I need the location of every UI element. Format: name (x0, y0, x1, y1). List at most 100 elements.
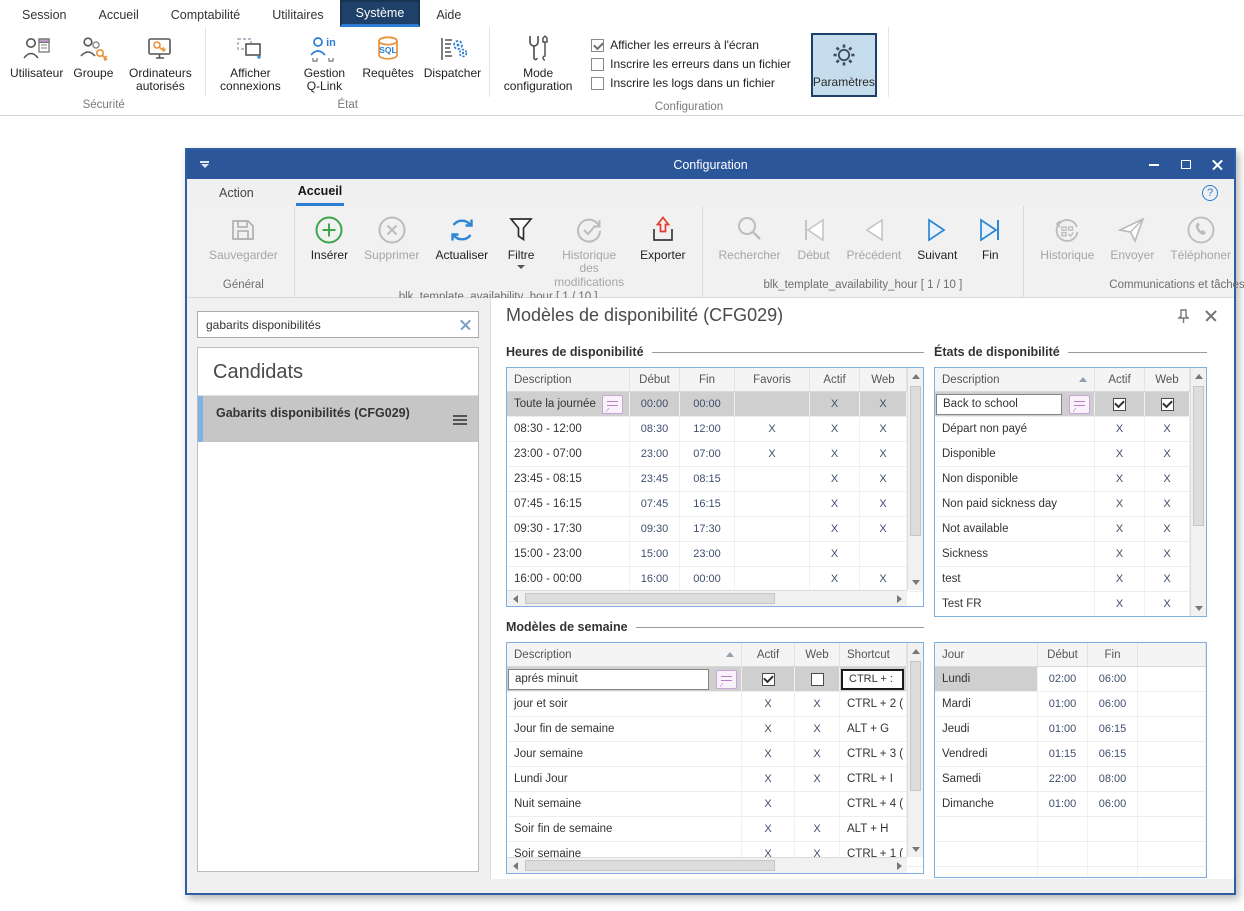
cell[interactable]: 08:30 - 12:00 (507, 417, 630, 441)
cell[interactable]: 06:00 (1088, 667, 1138, 691)
cell[interactable]: 07:00 (680, 442, 735, 466)
cell[interactable]: Non disponible (935, 467, 1095, 491)
table-row[interactable]: 15:00 - 23:0015:0023:00X (507, 542, 923, 567)
scroll-thumb[interactable] (525, 860, 775, 871)
cell[interactable] (1095, 392, 1145, 416)
cell[interactable]: 23:00 - 07:00 (507, 442, 630, 466)
note-icon[interactable] (602, 395, 623, 414)
table-row[interactable]: 16:00 - 00:0016:0000:00XX (507, 567, 923, 592)
cell[interactable]: 08:00 (1088, 767, 1138, 791)
cell[interactable]: X (810, 392, 860, 416)
dialog-tab-accueil[interactable]: Accueil (296, 179, 344, 206)
table-row[interactable]: Dimanche01:0006:00 (935, 792, 1206, 817)
fin-button[interactable]: Fin (965, 211, 1015, 262)
cell[interactable]: X (1095, 417, 1145, 441)
cell[interactable]: 23:00 (630, 442, 680, 466)
cell[interactable]: CTRL + : (840, 667, 907, 691)
cell[interactable] (735, 542, 810, 566)
scroll-up-button[interactable] (1191, 368, 1207, 384)
cell[interactable]: X (1095, 517, 1145, 541)
tab-accueil[interactable]: Accueil (82, 0, 154, 27)
sidebar-search-input[interactable]: gabarits disponibilités (197, 311, 479, 338)
cell[interactable]: X (810, 492, 860, 516)
cell[interactable]: X (1095, 442, 1145, 466)
table-row[interactable]: Mardi01:0006:00 (935, 692, 1206, 717)
cell[interactable]: test (935, 567, 1095, 591)
cell[interactable] (795, 667, 840, 691)
cell[interactable]: X (795, 742, 840, 766)
checkbox-checked[interactable] (1161, 398, 1174, 411)
note-icon[interactable] (716, 670, 737, 689)
table-row[interactable]: testXX (935, 567, 1206, 592)
cell[interactable]: X (810, 467, 860, 491)
column-header[interactable]: Jour (935, 643, 1038, 666)
focused-edit-cell[interactable]: CTRL + : (841, 669, 904, 690)
scroll-right-button[interactable] (891, 858, 907, 874)
cell[interactable] (935, 817, 1038, 841)
cell[interactable]: Not available (935, 517, 1095, 541)
cell[interactable] (735, 492, 810, 516)
column-header[interactable]: Web (860, 368, 907, 391)
cell[interactable]: 22:00 (1038, 767, 1088, 791)
cell[interactable] (1038, 867, 1088, 878)
supprimer-button[interactable]: Supprimer (356, 211, 427, 262)
scroll-thumb[interactable] (1193, 386, 1204, 526)
table-row[interactable]: 23:00 - 07:0023:0007:00XXX (507, 442, 923, 467)
cell[interactable]: X (795, 717, 840, 741)
table-row[interactable]: Non paid sickness dayXX (935, 492, 1206, 517)
cell[interactable]: X (742, 792, 795, 816)
table-row[interactable]: Lundi JourXXCTRL + I (507, 767, 923, 792)
cell[interactable]: 17:30 (680, 517, 735, 541)
debut-button[interactable]: Début (789, 211, 839, 262)
table-row[interactable]: Jour semaineXXCTRL + 3 ( (507, 742, 923, 767)
table-row[interactable]: SicknessXX (935, 542, 1206, 567)
edit-cell[interactable]: aprés minuit (508, 669, 709, 690)
requetes-button[interactable]: SQL Requêtes (357, 30, 418, 81)
cell[interactable]: 07:45 (630, 492, 680, 516)
cell[interactable] (1088, 842, 1138, 866)
cell[interactable]: 01:00 (1038, 792, 1088, 816)
column-header[interactable]: Web (1145, 368, 1190, 391)
groupe-button[interactable]: Groupe (68, 30, 118, 81)
cell[interactable]: CTRL + 3 ( (840, 742, 907, 766)
checkbox-unchecked[interactable] (811, 673, 824, 686)
cell[interactable]: X (860, 442, 907, 466)
cell[interactable]: 00:00 (680, 567, 735, 591)
evenements-taches-button[interactable]: Évènements et tâches (1239, 211, 1244, 276)
cell[interactable]: 16:00 - 00:00 (507, 567, 630, 591)
cell[interactable]: 01:00 (1038, 717, 1088, 741)
scroll-right-button[interactable] (891, 591, 907, 607)
cell[interactable]: ALT + H (840, 817, 907, 841)
table-row[interactable]: Non disponibleXX (935, 467, 1206, 492)
column-header[interactable]: Description (935, 368, 1095, 391)
cell[interactable] (1138, 767, 1206, 791)
cell[interactable]: X (860, 517, 907, 541)
cell[interactable]: X (1095, 567, 1145, 591)
cell[interactable]: X (795, 692, 840, 716)
cell[interactable]: X (810, 517, 860, 541)
parametres-button[interactable]: Paramètres (811, 33, 877, 97)
sauvegarder-button[interactable]: Sauvegarder (201, 211, 286, 262)
cell[interactable] (1038, 817, 1088, 841)
column-header[interactable]: Description (507, 368, 630, 391)
column-header[interactable]: Fin (1088, 643, 1138, 666)
cell[interactable] (1138, 842, 1206, 866)
vertical-scrollbar[interactable] (907, 643, 923, 857)
scroll-left-button[interactable] (507, 591, 523, 607)
cell[interactable] (735, 467, 810, 491)
cell[interactable]: Dimanche (935, 792, 1038, 816)
scroll-up-button[interactable] (908, 368, 924, 384)
cell[interactable]: X (742, 767, 795, 791)
cell[interactable]: Départ non payé (935, 417, 1095, 441)
cell[interactable]: CTRL + I (840, 767, 907, 791)
column-header[interactable]: Description (507, 643, 742, 666)
maximize-button[interactable] (1170, 150, 1202, 179)
utilisateur-button[interactable]: Utilisateur (5, 30, 68, 81)
horizontal-scrollbar[interactable] (507, 857, 907, 873)
cell[interactable]: X (742, 817, 795, 841)
cell[interactable]: Sickness (935, 542, 1095, 566)
cell[interactable] (1138, 667, 1206, 691)
actualiser-button[interactable]: Actualiser (427, 211, 496, 262)
cell[interactable] (1138, 867, 1206, 878)
cell[interactable]: Lundi (935, 667, 1038, 691)
